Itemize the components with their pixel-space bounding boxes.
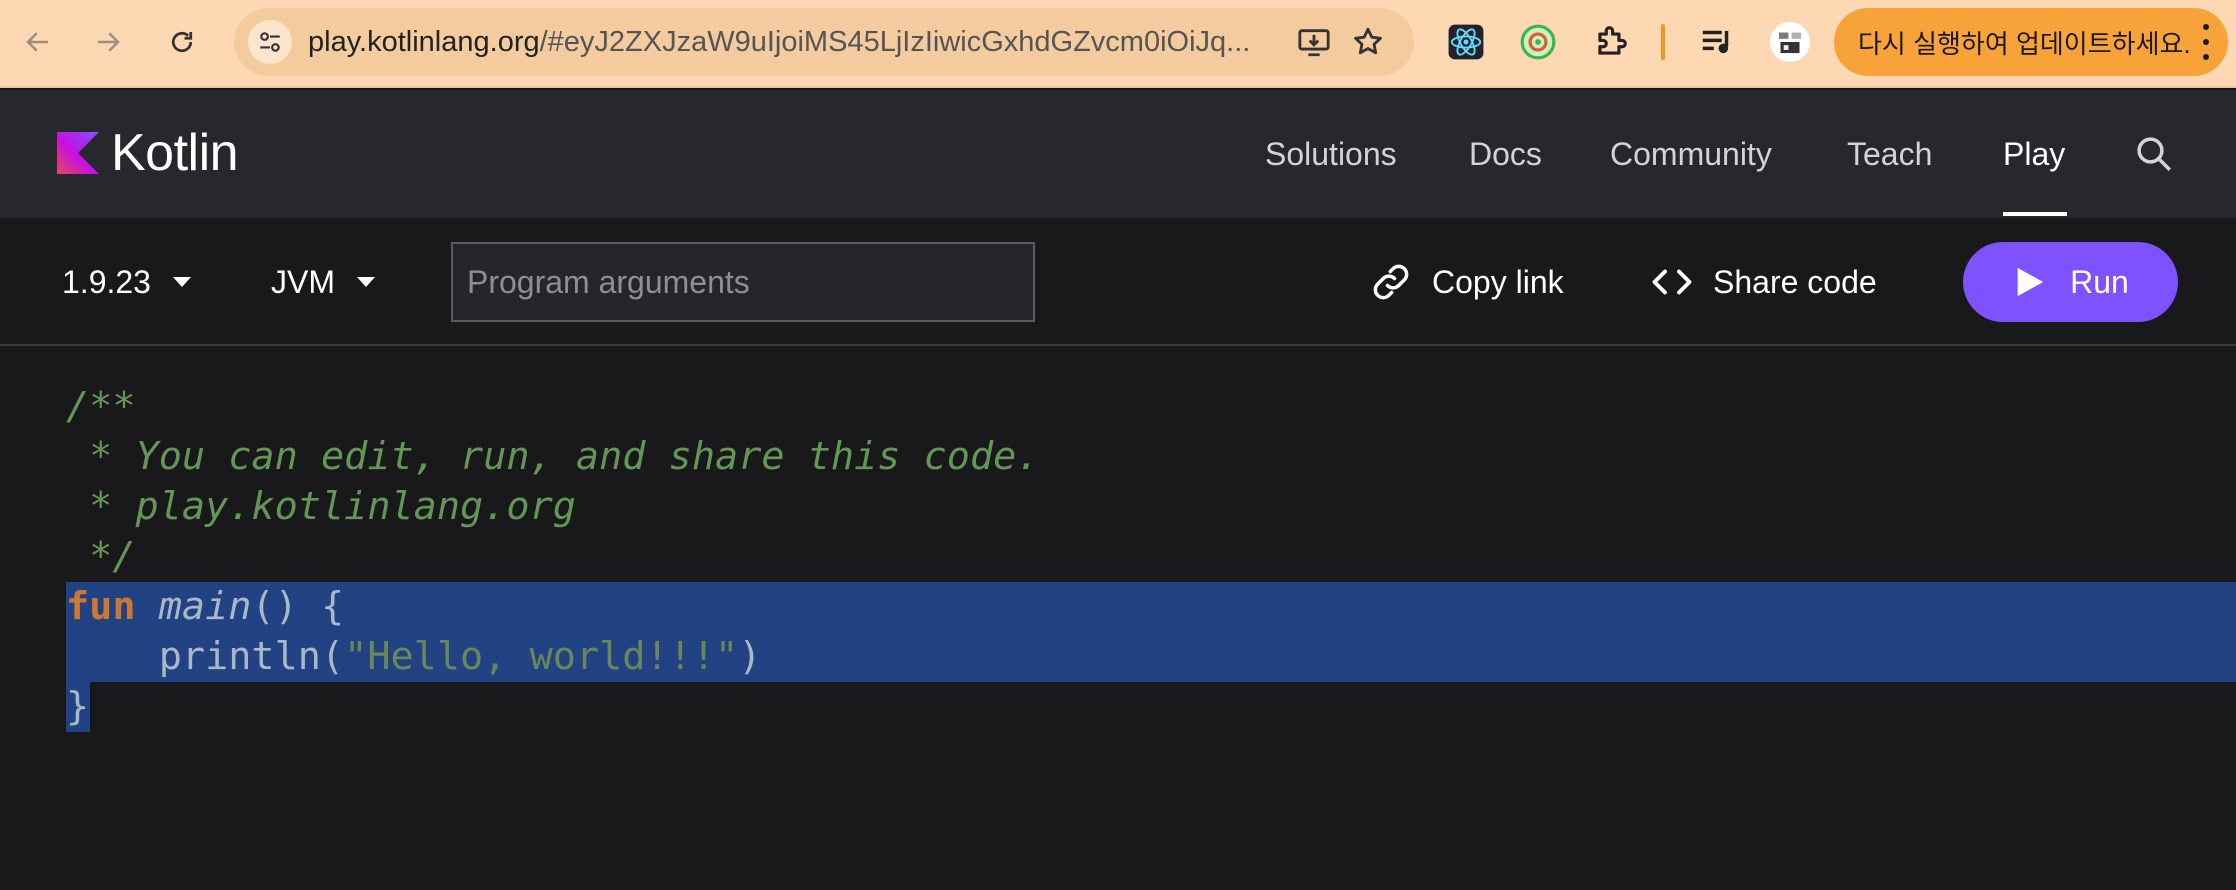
code-token-plain: } [66, 684, 90, 729]
code-brackets-icon [1652, 269, 1692, 295]
site-settings-icon[interactable] [248, 20, 292, 64]
reload-icon[interactable] [160, 20, 204, 64]
share-code-label: Share code [1713, 263, 1877, 300]
nav-community[interactable]: Community [1610, 134, 1772, 174]
chevron-down-icon [357, 277, 375, 287]
platform-value: JVM [271, 263, 335, 300]
copy-link-button[interactable]: Copy link [1370, 258, 1564, 306]
code-line[interactable]: * You can edit, run, and share this code… [66, 432, 1040, 482]
version-value: 1.9.23 [62, 263, 151, 300]
code-token-fn: main [158, 584, 252, 629]
bookmark-star-icon[interactable] [1350, 24, 1386, 60]
code-token-str: "Hello, world!!!" [344, 634, 739, 679]
logo-text: Kotlin [111, 124, 239, 182]
link-icon [1373, 264, 1409, 300]
code-line[interactable]: fun main() { [66, 582, 1040, 632]
react-devtools-icon[interactable] [1446, 22, 1486, 62]
code-token-comment: */ [66, 534, 136, 579]
forward-arrow-icon[interactable] [86, 20, 130, 64]
code-token-plain: ) [738, 634, 762, 679]
code-token-comment: /** [66, 384, 136, 429]
share-code-button[interactable]: Share code [1651, 258, 1877, 306]
site-header: Kotlin Solutions Docs Community Teach Pl… [0, 90, 2236, 218]
update-browser-button[interactable]: 다시 실행하여 업데이트하세요. [1834, 8, 2228, 76]
code-content[interactable]: /** * You can edit, run, and share this … [66, 382, 1040, 732]
kotlin-logo-icon [57, 132, 99, 174]
chevron-down-icon [172, 277, 191, 287]
url-text[interactable]: play.kotlinlang.org/#eyJ2ZXJzaW9uIjoiMS4… [308, 8, 1308, 76]
code-token-comment: * You can edit, run, and share this code… [66, 434, 1040, 479]
toolbar-divider [1661, 24, 1665, 60]
more-vert-icon[interactable] [2202, 24, 2210, 60]
code-line[interactable]: println("Hello, world!!!") [66, 632, 1040, 682]
copy-link-label: Copy link [1432, 263, 1564, 300]
platform-select[interactable]: JVM [271, 262, 375, 302]
code-line[interactable]: * play.kotlinlang.org [66, 482, 1040, 532]
code-editor[interactable]: /** * You can edit, run, and share this … [0, 347, 2236, 890]
active-nav-underline [2003, 212, 2067, 216]
run-label: Run [2070, 263, 2129, 300]
nav-play[interactable]: Play [2003, 134, 2065, 174]
update-label: 다시 실행하여 업데이트하세요. [1858, 28, 2191, 59]
run-button[interactable]: Run [1963, 242, 2178, 322]
url-path: /#eyJ2ZXJzaW9uIjoiMS45LjIzIiwicGxhdGZvcm… [539, 26, 1251, 58]
browser-toolbar: play.kotlinlang.org/#eyJ2ZXJzaW9uIjoiMS4… [0, 0, 2236, 88]
code-token-comment: * play.kotlinlang.org [66, 484, 576, 529]
playground-toolbar: 1.9.23 JVM Copy link Share code Run [0, 218, 2236, 346]
kotlin-logo[interactable]: Kotlin [57, 124, 239, 182]
code-line[interactable]: */ [66, 532, 1040, 582]
nav-solutions[interactable]: Solutions [1265, 134, 1397, 174]
program-arguments-input[interactable] [451, 242, 1035, 322]
code-line[interactable]: /** [66, 382, 1040, 432]
code-token-plain: println( [66, 634, 345, 679]
kotlin-version-select[interactable]: 1.9.23 [62, 262, 191, 302]
code-token-kw: fun [66, 584, 136, 629]
search-icon[interactable] [2131, 131, 2177, 177]
extension-green-icon[interactable] [1518, 22, 1558, 62]
install-app-icon[interactable] [1296, 24, 1332, 60]
code-line[interactable]: } [66, 682, 1040, 732]
url-host: play.kotlinlang.org [308, 26, 540, 58]
nav-teach[interactable]: Teach [1847, 134, 1932, 174]
address-bar[interactable]: play.kotlinlang.org/#eyJ2ZXJzaW9uIjoiMS4… [234, 8, 1414, 76]
media-queue-icon[interactable] [1697, 22, 1737, 62]
play-icon [2017, 267, 2044, 297]
profile-avatar-icon[interactable] [1770, 22, 1810, 62]
code-token-plain: () { [251, 584, 345, 629]
back-arrow-icon[interactable] [16, 20, 60, 64]
extensions-puzzle-icon[interactable] [1591, 22, 1631, 62]
nav-docs[interactable]: Docs [1469, 134, 1542, 174]
